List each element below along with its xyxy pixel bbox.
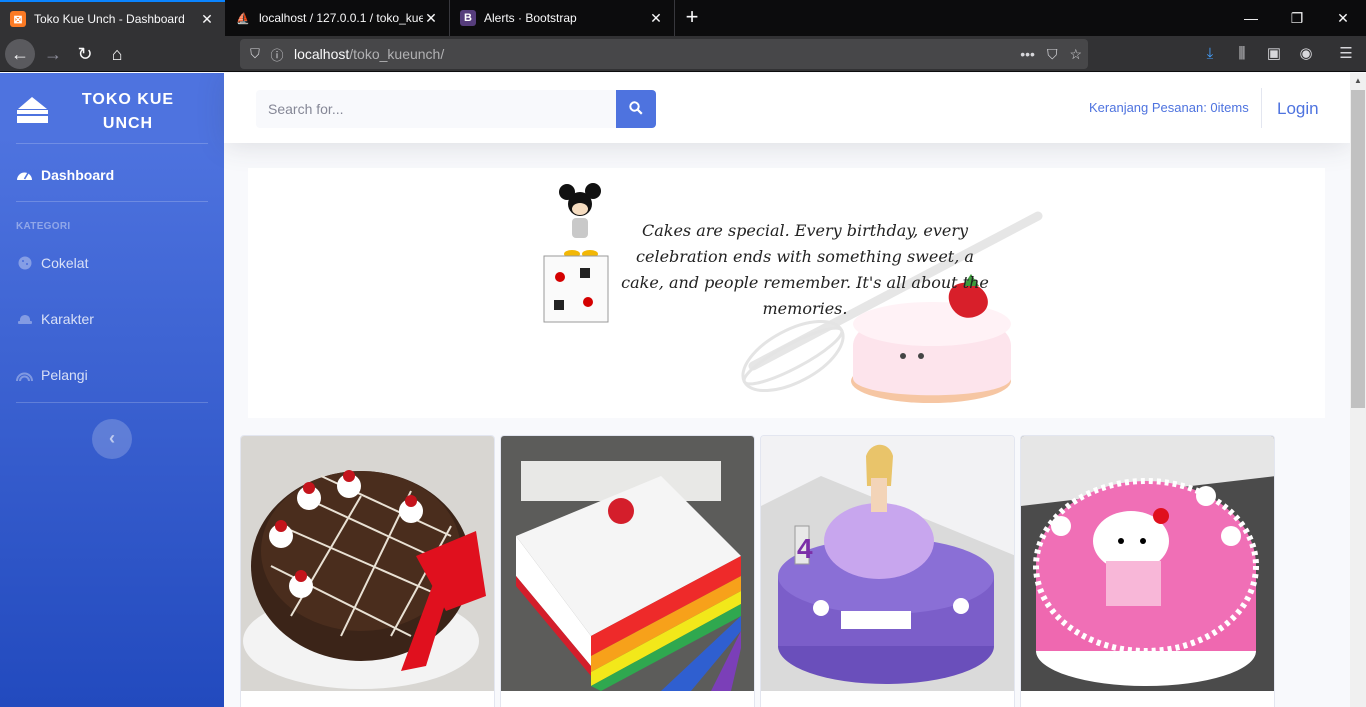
close-icon[interactable]: ✕ (199, 11, 215, 28)
browser-tab-dashboard[interactable]: ⊠ Toko Kue Unch - Dashboard ✕ (0, 0, 225, 36)
cake-icon (16, 95, 49, 128)
browser-tab-phpmyadmin[interactable]: ⛵ localhost / 127.0.0.1 / toko_kue ✕ (225, 0, 450, 36)
product-card[interactable] (240, 435, 495, 707)
download-icon[interactable]: ⤓ (1200, 44, 1220, 64)
sidebar-item-karakter[interactable]: Karakter (16, 307, 216, 331)
scroll-up-arrow[interactable]: ▲ (1350, 73, 1366, 89)
page-viewport: TOKO KUE UNCH Dashboard KATEGORI Cokelat… (0, 73, 1366, 707)
sidebar-item-label: Pelangi (41, 367, 88, 383)
info-icon[interactable]: ⓘ (266, 45, 288, 64)
search-icon (629, 100, 643, 118)
hat-icon (16, 312, 33, 326)
topbar-divider (1261, 88, 1262, 128)
sidebar-divider (16, 201, 208, 202)
forward-button[interactable]: → (38, 39, 68, 69)
product-card[interactable] (500, 435, 755, 707)
url-text: localhost/toko_kueunch/ (294, 46, 444, 62)
bootstrap-icon: B (460, 10, 476, 26)
cart-link[interactable]: Keranjang Pesanan: 0items (1089, 100, 1249, 115)
bookmark-star-icon[interactable]: ☆ (1069, 46, 1082, 63)
search-button[interactable] (616, 90, 656, 128)
browser-tab-bootstrap[interactable]: B Alerts · Bootstrap ✕ (450, 0, 675, 36)
sidebar-divider (16, 402, 208, 403)
rainbow-icon (16, 368, 33, 382)
cookie-icon (16, 256, 33, 270)
new-tab-button[interactable]: + (680, 4, 704, 30)
sidebar-brand[interactable]: TOKO KUE UNCH (0, 73, 224, 143)
browser-tab-bar: ⊠ Toko Kue Unch - Dashboard ✕ ⛵ localhos… (0, 0, 1366, 36)
close-icon[interactable]: ✕ (423, 10, 439, 27)
page-actions-icon[interactable]: ••• (1020, 46, 1035, 62)
product-image (501, 436, 754, 691)
reload-button[interactable]: ↻ (70, 39, 100, 69)
pocket-icon[interactable]: ⛉ (1047, 46, 1058, 63)
search-input[interactable] (256, 90, 616, 128)
url-path: /toko_kueunch/ (349, 46, 445, 62)
login-link[interactable]: Login (1277, 99, 1319, 119)
browser-nav-bar: ← → ↻ ⌂ ⛉ ⓘ localhost/toko_kueunch/ ••• … (0, 36, 1366, 72)
mickey-illustration (540, 182, 620, 337)
library-icon[interactable]: ⫼ (1232, 44, 1252, 64)
shield-icon[interactable]: ⛉ (244, 46, 266, 62)
sidebar: TOKO KUE UNCH Dashboard KATEGORI Cokelat… (0, 73, 224, 707)
tachometer-icon (16, 168, 33, 182)
sidebar-item-label: Cokelat (41, 255, 89, 271)
topbar: Keranjang Pesanan: 0items Login (224, 73, 1350, 143)
search-form (256, 90, 656, 128)
minimize-button[interactable]: — (1228, 0, 1274, 36)
address-bar[interactable]: ⛉ ⓘ localhost/toko_kueunch/ ••• ⛉ ☆ (240, 39, 1088, 69)
url-actions: ••• ⛉ ☆ (1020, 39, 1082, 69)
window-close-button[interactable]: ✕ (1320, 0, 1366, 36)
product-image: 4 (761, 436, 1014, 691)
svg-text:4: 4 (797, 533, 813, 564)
xampp-icon: ⊠ (10, 11, 26, 27)
back-button[interactable]: ← (5, 39, 35, 69)
sidebar-icon[interactable]: ▣ (1264, 44, 1284, 64)
scrollbar-thumb[interactable] (1351, 90, 1365, 408)
sidebar-item-pelangi[interactable]: Pelangi (16, 363, 216, 387)
close-icon[interactable]: ✕ (648, 10, 664, 27)
sidebar-item-cokelat[interactable]: Cokelat (16, 251, 216, 275)
product-card[interactable] (1020, 435, 1275, 707)
sidebar-item-label: Karakter (41, 311, 94, 327)
sidebar-item-label: Dashboard (41, 167, 115, 183)
sidebar-toggle-button[interactable]: ‹ (92, 419, 132, 459)
restore-button[interactable]: ❐ (1274, 0, 1320, 36)
tab-title: localhost / 127.0.0.1 / toko_kue (259, 11, 423, 25)
sidebar-item-dashboard[interactable]: Dashboard (16, 163, 216, 187)
tab-title: Alerts · Bootstrap (484, 11, 577, 25)
product-card[interactable]: 4 (760, 435, 1015, 707)
banner-quote: Cakes are special. Every birthday, every… (621, 221, 989, 318)
product-image (1021, 436, 1274, 691)
menu-icon[interactable]: ☰ (1336, 44, 1356, 64)
account-icon[interactable]: ◉ (1296, 44, 1316, 64)
sidebar-divider (16, 143, 208, 144)
home-button[interactable]: ⌂ (102, 39, 132, 69)
phpmyadmin-icon: ⛵ (236, 12, 250, 25)
product-image (241, 436, 494, 691)
hero-banner: Cakes are special. Every birthday, every… (248, 168, 1325, 418)
brand-name: TOKO KUE UNCH (81, 91, 175, 132)
url-host: localhost (294, 46, 350, 62)
tab-title: Toko Kue Unch - Dashboard (34, 12, 185, 26)
sidebar-heading: KATEGORI (16, 221, 71, 232)
